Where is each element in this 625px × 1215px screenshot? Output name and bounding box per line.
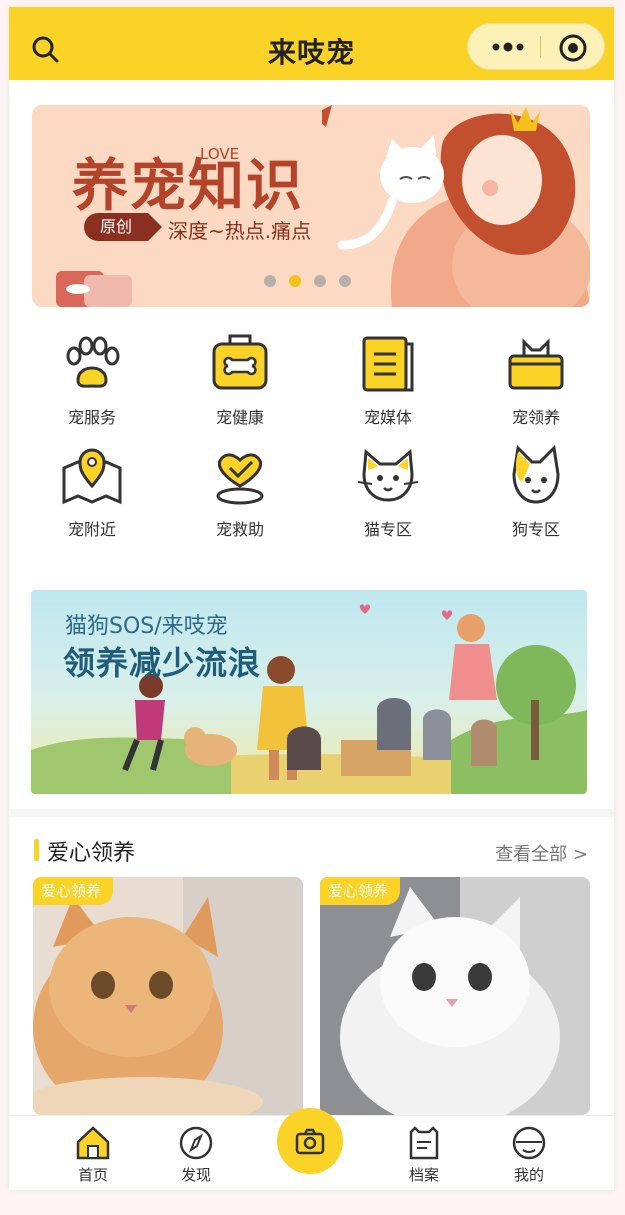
compass-icon (179, 1126, 213, 1160)
grid-label: 宠服务 (67, 408, 116, 427)
section-divider (9, 809, 614, 817)
grid-label: 宠健康 (215, 408, 264, 427)
grid-item-pet-nearby[interactable]: 宠附近 (19, 444, 165, 549)
tab-label: 发现 (180, 1166, 211, 1184)
grid-item-pet-adopt[interactable]: 宠领养 (463, 332, 609, 437)
grid-item-pet-health[interactable]: 宠健康 (167, 332, 313, 437)
tab-discover[interactable]: 发现 (161, 1124, 231, 1185)
notebook-icon (362, 336, 414, 392)
camera-icon (295, 1128, 325, 1155)
carousel-indicator (264, 275, 351, 287)
banner2-line1: 猫狗SOS/来吱宠 (65, 614, 228, 639)
mini-program-capsule (467, 23, 605, 70)
view-all-link[interactable]: 查看全部 > (495, 840, 588, 866)
camera-button[interactable] (277, 1108, 343, 1174)
grid-item-pet-service[interactable]: 宠服务 (19, 332, 165, 437)
grid-item-dog-zone[interactable]: 狗专区 (463, 444, 609, 549)
card-badge: 爱心领养 (33, 877, 114, 905)
app-screen: 来吱宠 养宠知识 LOVE 原创 深度~热点.痛点 宠服务 宠健康 宠媒体 宠领… (9, 7, 614, 1190)
grid-item-pet-rescue[interactable]: 宠救助 (167, 444, 313, 549)
tab-label: 首页 (77, 1166, 108, 1184)
carousel-dot[interactable] (314, 275, 326, 287)
white-cat-photo (320, 877, 590, 1115)
carousel-dot[interactable] (339, 275, 351, 287)
bottom-tab-bar: 首页 发现 档案 我的 (9, 1108, 614, 1190)
grid-label: 宠领养 (511, 408, 560, 427)
adoption-banner[interactable]: 猫狗SOS/来吱宠 领养减少流浪 (31, 590, 587, 794)
more-dots-icon[interactable] (488, 32, 528, 62)
capsule-divider (540, 36, 541, 58)
nav-header: 来吱宠 (9, 7, 614, 80)
knowledge-banner[interactable]: 养宠知识 LOVE 原创 深度~热点.痛点 (32, 105, 590, 307)
carousel-dot[interactable] (264, 275, 276, 287)
grid-label: 宠救助 (215, 520, 264, 539)
paw-icon (66, 336, 120, 388)
grid-item-pet-media[interactable]: 宠媒体 (315, 332, 461, 437)
tag-arrow (148, 213, 162, 241)
banner-love-text: LOVE (200, 145, 240, 163)
close-target-icon[interactable] (558, 33, 588, 63)
card-badge: 爱心领养 (320, 877, 401, 905)
section-accent-bar (34, 839, 39, 861)
grid-label: 猫专区 (363, 520, 412, 539)
dog-face-icon (512, 444, 560, 504)
grid-item-cat-zone[interactable]: 猫专区 (315, 444, 461, 549)
banner2-line2: 领养减少流浪 (63, 644, 262, 682)
tab-mine[interactable]: 我的 (494, 1124, 564, 1185)
grid-label: 狗专区 (511, 520, 560, 539)
tab-home[interactable]: 首页 (58, 1124, 128, 1185)
map-pin-icon (62, 448, 122, 505)
grid-label: 宠附近 (67, 520, 116, 539)
cat-face-icon (357, 448, 419, 502)
orange-cat-photo (33, 877, 303, 1115)
pet-box-icon (508, 338, 564, 390)
tab-label: 档案 (408, 1166, 439, 1184)
fish-can-illustration (56, 271, 132, 307)
banner-title: 养宠知识 (72, 154, 304, 219)
carousel-dot-active[interactable] (289, 275, 301, 287)
tab-label: 我的 (513, 1166, 544, 1184)
banner-subtitle: 深度~热点.痛点 (168, 219, 312, 243)
original-tag: 原创 (84, 213, 148, 241)
rescue-heart-icon (216, 453, 264, 505)
profile-icon (512, 1126, 546, 1160)
archive-cat-icon (409, 1126, 439, 1160)
health-bone-icon (212, 334, 268, 390)
adopt-card[interactable]: 爱心领养 (320, 877, 590, 1115)
tab-archive[interactable]: 档案 (389, 1124, 459, 1185)
girl-with-cat-illustration (322, 105, 590, 307)
section-title: 爱心领养 (47, 841, 136, 866)
grid-label: 宠媒体 (363, 408, 412, 427)
home-icon (76, 1126, 110, 1160)
adopt-card[interactable]: 爱心领养 (33, 877, 303, 1115)
